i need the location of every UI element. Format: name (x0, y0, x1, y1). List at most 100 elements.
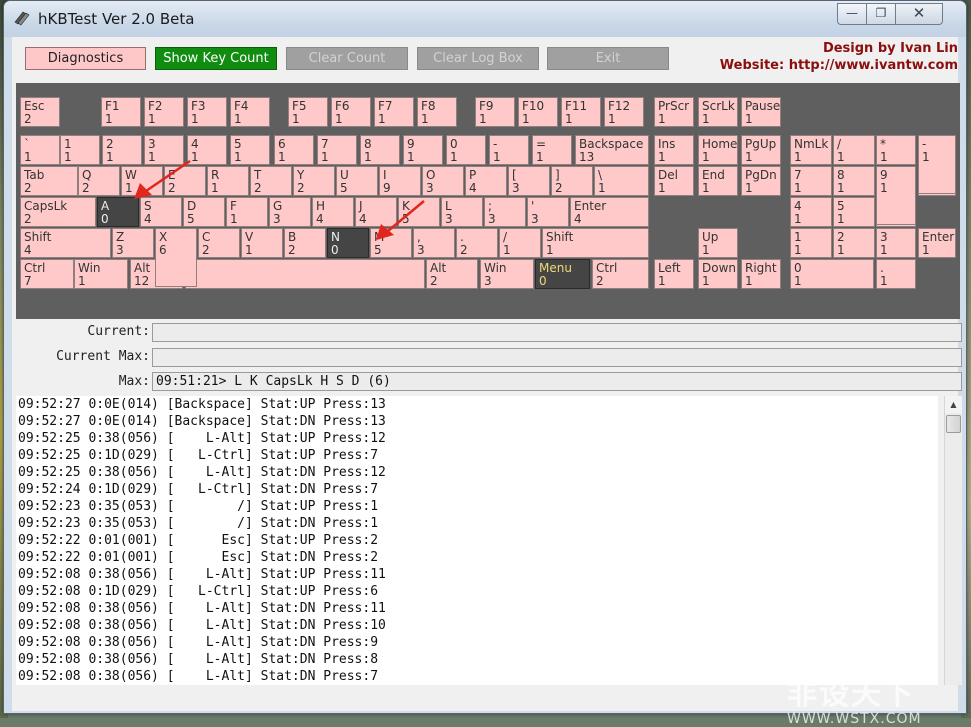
key-count: 1 (598, 181, 606, 195)
watermark-cn: 非设天下 (787, 677, 915, 712)
key-4: 41 (187, 135, 227, 165)
exit-button[interactable]: Exit (547, 47, 669, 70)
key-f: F1 (226, 197, 268, 227)
key-count: 4 (24, 243, 32, 257)
key-label: 0 (794, 261, 802, 275)
key-down: Down 1 (698, 259, 738, 289)
max-field: 09:51:21> L K CapsLk H S D (6) (152, 372, 962, 391)
scroll-thumb[interactable] (946, 415, 961, 433)
key-count: 1 (658, 274, 666, 288)
key-count: 1 (407, 150, 415, 164)
key-count: 1 (148, 112, 156, 126)
key-count: 1 (421, 112, 429, 126)
max-label: Max: (118, 374, 150, 389)
key-count: 1 (794, 150, 802, 164)
key-count: 1 (106, 150, 114, 164)
key-count: 1 (837, 150, 845, 164)
key-count: 1 (503, 243, 511, 257)
log-scrollbar[interactable]: ▲ (944, 396, 962, 685)
key-count: 1 (794, 181, 802, 195)
key-6: 61 (274, 135, 314, 165)
log-line: 09:52:22 0:01(001) [ Esc] Stat:UP Press:… (18, 533, 379, 548)
key-count: 1 (837, 212, 845, 226)
key-label: Ctrl (596, 261, 618, 275)
key-z: Z3 (112, 228, 154, 258)
key-ins: Ins 1 (654, 135, 694, 165)
scroll-up-arrow-icon[interactable]: ▲ (945, 396, 962, 413)
key-count: 1 (608, 112, 616, 126)
diagnostics-button[interactable]: Diagnostics (25, 47, 146, 70)
key-3: 31 (876, 228, 916, 258)
key-symbol: ' 3 (527, 197, 569, 227)
key-l: L3 (441, 197, 483, 227)
key-count: 5 (374, 243, 382, 257)
key-count: 1 (922, 150, 930, 164)
key-s: S4 (140, 197, 182, 227)
key-o: O3 (422, 166, 464, 196)
clear-count-button[interactable]: Clear Count (286, 47, 408, 70)
log-line: 09:52:23 0:35(053) [ /] Stat:DN Press:1 (18, 516, 379, 531)
key-q: Q2 (78, 166, 120, 196)
key-count: 7 (24, 274, 32, 288)
key-5: 51 (833, 197, 875, 227)
maximize-button[interactable]: ❐ (866, 3, 896, 25)
title-bar[interactable]: hKBTest Ver 2.0 Beta — ❐ ✕ (4, 1, 966, 37)
key-count: 1 (922, 243, 930, 257)
log-line: 09:52:08 0:38(056) [ L-Alt] Stat:UP Pres… (18, 567, 386, 582)
key-count: 0 (539, 274, 547, 288)
client-area: Diagnostics Show Key Count Clear Count C… (12, 37, 962, 727)
key-count: 1 (658, 150, 666, 164)
key-left: Left 1 (654, 259, 694, 289)
log-box[interactable]: 09:52:27 0:0E(014) [Backspace] Stat:UP P… (16, 396, 938, 685)
log-line: 09:52:08 0:38(056) [ L-Alt] Stat:DN Pres… (18, 635, 379, 650)
minimize-button[interactable]: — (837, 3, 867, 25)
key-count: 1 (565, 112, 573, 126)
key-t: T2 (250, 166, 292, 196)
key-symbol: * 1 (876, 135, 916, 165)
key-up: Up 1 (698, 228, 738, 258)
key-x: X6 (155, 228, 197, 287)
key-pgup: PgUp 1 (741, 135, 781, 165)
key-count: 1 (702, 243, 710, 257)
key-nmlk: NmLk 1 (790, 135, 832, 165)
key-count: 2 (24, 212, 32, 226)
key-count: 1 (378, 112, 386, 126)
key-symbol: /1 (499, 228, 541, 258)
key-backspace: Backspace 13 (575, 135, 649, 165)
log-line: 09:52:25 0:38(056) [ L-Alt] Stat:UP Pres… (18, 431, 386, 446)
key-count: 3 (512, 181, 520, 195)
key-count: 1 (191, 112, 199, 126)
website-link[interactable]: Website: http://www.ivantw.com (720, 58, 958, 73)
key-space: 4 (185, 259, 425, 289)
key-f3: F3 1 (187, 97, 227, 127)
log-line: 09:52:27 0:0E(014) [Backspace] Stat:DN P… (18, 414, 386, 429)
key-prscr: PrScr 1 (654, 97, 694, 127)
key-f6: F6 1 (331, 97, 371, 127)
key-d: D5 (183, 197, 225, 227)
key-ctrl: Ctrl 7 (20, 259, 74, 289)
key-count: 1 (745, 150, 753, 164)
key-h: H4 (312, 197, 354, 227)
key-count: 1 (794, 212, 802, 226)
key-count: 2 (24, 112, 32, 126)
key-y: Y2 (293, 166, 335, 196)
key-count: 1 (64, 150, 72, 164)
key-count: 2 (460, 243, 468, 257)
key-symbol: .2 (456, 228, 498, 258)
key-count: 1 (292, 112, 300, 126)
keyboard-panel: .101Right1Down1Left1Ctrl2Menu0Win3Alt24A… (16, 83, 960, 319)
key-count: 2 (254, 181, 262, 195)
log-line: 09:52:27 0:0E(014) [Backspace] Stat:UP P… (18, 397, 386, 412)
key-count: 1 (658, 112, 666, 126)
clear-log-box-button[interactable]: Clear Log Box (417, 47, 539, 70)
key-f7: F7 1 (374, 97, 414, 127)
key-alt: Alt 2 (426, 259, 478, 289)
log-line: 09:52:08 0:38(056) [ L-Alt] Stat:DN Pres… (18, 618, 386, 633)
keyboard-app-icon (14, 11, 30, 26)
close-button[interactable]: ✕ (895, 3, 943, 25)
key-win: Win 3 (480, 259, 534, 289)
key-count: 6 (159, 243, 167, 257)
window-title: hKBTest Ver 2.0 Beta (38, 10, 195, 28)
show-key-count-button[interactable]: Show Key Count (155, 47, 277, 70)
key-2: 21 (102, 135, 142, 165)
